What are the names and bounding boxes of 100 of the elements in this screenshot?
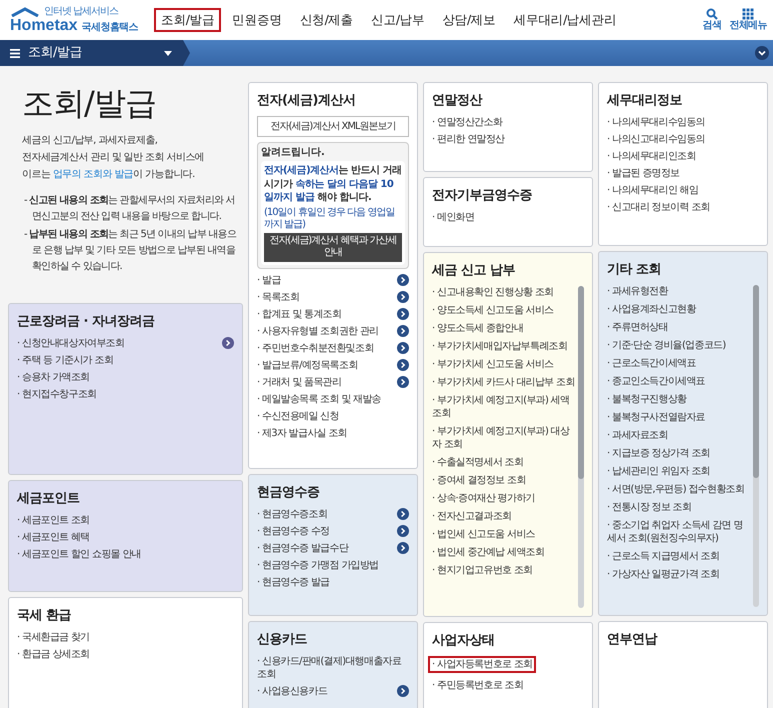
menu-link[interactable]: · 신청안내대상자여부조회	[17, 337, 124, 350]
menu-link[interactable]: · 전자신고결과조회	[432, 510, 512, 524]
nav-tab[interactable]: 신고/납부	[364, 8, 432, 32]
logo-text[interactable]: 국세청홈택스	[82, 21, 138, 34]
menu-link[interactable]: · 전통시장 정보 조회	[607, 501, 692, 514]
menu-link[interactable]: · 수출실적명세서 조회	[432, 456, 524, 470]
menu-link[interactable]: · 현금영수증 발급수단	[257, 542, 348, 556]
menu-link[interactable]: · 근로소득 지급명세서 조회	[607, 550, 720, 564]
xml-view-button[interactable]: 전자(세금)계산서 XML원본보기	[257, 116, 409, 138]
menu-link[interactable]: · 나의신고대리수임동의	[607, 133, 705, 146]
toolbar-button[interactable]: 전체메뉴	[729, 20, 767, 32]
menu-link[interactable]: · 사업용계좌신고현황	[607, 303, 696, 316]
menu-link[interactable]: · 현금영수증 발급	[257, 576, 330, 590]
menu-link[interactable]: · 사업자등록번호로 조회	[428, 656, 536, 674]
menu-link[interactable]: · 주민번호수취분전환및조회	[257, 342, 374, 355]
menu-link[interactable]: · 승용차 가액조회	[17, 371, 90, 384]
menu-link[interactable]: · 연말정산간소화	[432, 116, 502, 130]
menu-link[interactable]: · 부가가치세 예정고지(부과) 세액조회	[432, 394, 575, 420]
menu-link[interactable]: · 목록조회	[257, 290, 300, 304]
toolbar-button[interactable]: 검색	[702, 20, 722, 32]
menu-link[interactable]: · 신용카드/판매(결제)대행매출자료조회	[257, 655, 409, 682]
menu-link[interactable]: · 주류면허상태	[607, 321, 668, 334]
page-title: 조회/발급	[22, 84, 157, 122]
menu-link[interactable]: · 발급	[257, 274, 281, 287]
menu-link[interactable]: · 현금영수증 수정	[257, 525, 330, 538]
card-title: 세금 신고 납부	[432, 262, 516, 280]
menu-link[interactable]: · 발급된 증명정보	[607, 167, 680, 180]
scrollbar[interactable]	[753, 285, 759, 608]
menu-link[interactable]: · 편리한 연말정산	[432, 133, 505, 146]
menu-link[interactable]: · 부가가치세 카드사 대리납부 조회	[432, 376, 575, 390]
chevron-down-icon	[755, 46, 769, 60]
menu-link[interactable]: · 세금포인트 조회	[17, 514, 90, 528]
menu-link[interactable]: · 양도소득세 신고도움 서비스	[432, 304, 554, 318]
house-roof-icon	[10, 6, 40, 17]
menu-link[interactable]: · 납세관리인 위임자 조회	[607, 465, 710, 478]
card-title: 세무대리정보	[607, 92, 683, 110]
menu-link[interactable]: · 주민등록번호로 조회	[428, 677, 528, 694]
card-title: 세금포인트	[17, 490, 80, 508]
menu-link[interactable]: · 국세환급금 찾기	[17, 631, 90, 644]
menu-link[interactable]: · 기준·단순 경비율(업종코드)	[607, 339, 726, 352]
nav-tab[interactable]: 세무대리/납세관리	[506, 8, 624, 32]
menu-link[interactable]: · 부가가치세매입자납부특례조회	[432, 340, 568, 354]
nav-tab[interactable]: 민원증명	[225, 8, 289, 32]
card-title: 근로장려금 · 자녀장려금	[17, 313, 156, 331]
menu-link[interactable]: · 거래처 및 품목관리	[257, 376, 342, 389]
menu-link[interactable]: · 세금포인트 혜택	[17, 531, 90, 544]
menu-link[interactable]: · 제3자 발급사실 조회	[257, 426, 347, 440]
menu-link[interactable]: · 현금영수증 가맹점 가입방법	[257, 559, 379, 572]
card-title: 국세 환급	[17, 607, 72, 625]
card-title: 연말정산	[432, 92, 484, 110]
menu-link[interactable]: · 사용자유형별 조회권한 관리	[257, 324, 379, 338]
nav-tab[interactable]: 신청/제출	[292, 8, 360, 32]
menu-link[interactable]: · 현금영수증조회	[257, 508, 328, 522]
logo-wordmark[interactable]: Hometax	[10, 16, 78, 34]
menu-link[interactable]: · 나의세무대리인조회	[607, 150, 696, 164]
menu-link[interactable]: · 근로소득간이세액표	[607, 357, 696, 370]
scrollbar[interactable]	[578, 286, 584, 608]
card-title: 연부연납	[607, 631, 658, 649]
menu-link[interactable]: · 지급보증 정상가격 조회	[607, 447, 710, 460]
menu-link[interactable]: · 현지접수창구조회	[17, 388, 96, 402]
caret-icon	[164, 50, 172, 56]
menu-link[interactable]: · 사업용신용카드	[257, 685, 328, 698]
menu-link[interactable]: · 환급금 상세조회	[17, 648, 90, 662]
note-text: - 납부된 내용의 조회는 최근 5년 이내의 납부 내용으로 은행 납부 및 기타 모든 방법으로 납부된 내역을 확인하실 수 있습니다.	[24, 228, 238, 274]
menu-link[interactable]: · 법인세 신고도움 서비스	[432, 528, 535, 542]
card-title: 신용카드	[257, 631, 308, 649]
menu-link[interactable]: · 증여세 결정정보 조회	[432, 474, 526, 488]
card-title: 사업자상태	[432, 632, 496, 650]
menu-link[interactable]: · 과세자료조회	[607, 429, 668, 442]
menu-link[interactable]: · 종교인소득간이세액표	[607, 375, 705, 388]
menu-link[interactable]: · 양도소득세 종합안내	[432, 322, 524, 336]
menu-link[interactable]: · 신고대리 정보이력 조회	[607, 201, 710, 214]
menu-link[interactable]: · 중소기업 취업자 소득세 감면 명세서 조회(원천징수의무자)	[607, 519, 750, 546]
menu-link[interactable]: · 불복청구사전열람자료	[607, 411, 705, 424]
menu-link[interactable]: · 나의세무대리인 해임	[607, 184, 698, 198]
info-button[interactable]: 전자(세금)계산서 혜택과 가산세 안내	[264, 232, 402, 262]
search-icon	[706, 8, 718, 20]
menu-link[interactable]: · 메인화면	[432, 211, 474, 224]
menu-link[interactable]: · 부가가치세 예정고지(부과) 대상자 조회	[432, 425, 575, 452]
nav-tab[interactable]: 조회/발급	[154, 8, 222, 32]
menu-link[interactable]: · 과세유형전환	[607, 285, 668, 298]
menu-link[interactable]: · 세금포인트 할인 쇼핑몰 안내	[17, 548, 141, 562]
card-title: 현금영수증	[257, 484, 320, 502]
menu-link[interactable]: · 가상자산 일평균가격 조회	[607, 568, 720, 582]
menu-link[interactable]: · 메일발송목록 조회 및 재발송	[257, 392, 381, 406]
menu-link[interactable]: · 발급보류/예정목록조회	[257, 358, 358, 372]
menu-link[interactable]: · 현지기업고유번호 조회	[432, 564, 532, 578]
breadcrumb-menu[interactable]: 조회/발급	[0, 40, 190, 66]
menu-link[interactable]: · 수신전용메일 신청	[257, 410, 339, 423]
menu-link[interactable]: · 상속·증여재산 평가하기	[432, 492, 535, 506]
menu-link[interactable]: · 법인세 중간예납 세액조회	[432, 546, 544, 560]
nav-tab[interactable]: 상담/제보	[435, 8, 502, 32]
menu-link[interactable]: · 신고내용확인 진행상황 조회	[432, 286, 554, 300]
menu-link[interactable]: · 주택 등 기준시가 조회	[17, 354, 114, 368]
menu-link[interactable]: · 부가가치세 신고도움 서비스	[432, 358, 554, 372]
menu-icon	[10, 48, 20, 58]
menu-link[interactable]: · 서면(방문,우편등) 접수현황조회	[607, 483, 744, 496]
menu-link[interactable]: · 불복청구진행상황	[607, 393, 686, 406]
menu-link[interactable]: · 나의세무대리수임동의	[607, 116, 705, 130]
menu-link[interactable]: · 합계표 및 통계조회	[257, 308, 342, 321]
